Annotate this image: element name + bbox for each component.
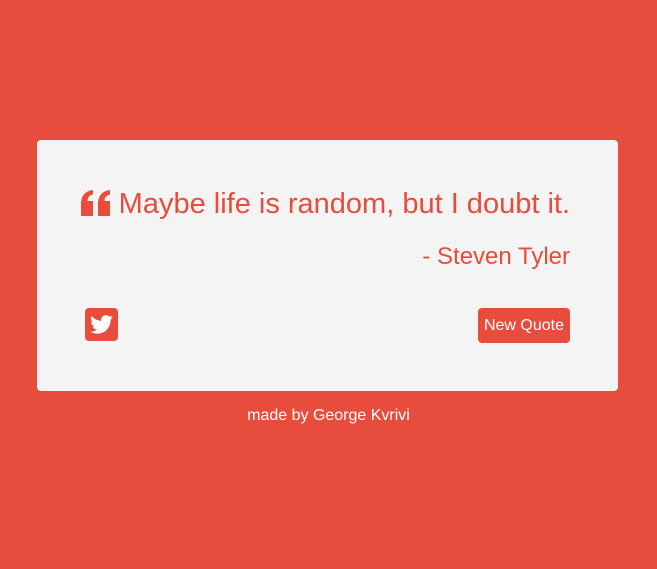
quote-text: Maybe life is random, but I doubt it. xyxy=(118,188,570,220)
new-quote-button[interactable]: New Quote xyxy=(477,308,570,343)
quote-left-icon xyxy=(80,190,110,216)
footer-credit: made by George Kvrivi xyxy=(247,407,410,424)
tweet-button[interactable] xyxy=(85,308,118,341)
quote-card: Maybe life is random, but I doubt it. - … xyxy=(37,140,618,391)
quote-author: - Steven Tyler xyxy=(422,243,570,270)
quote-row: Maybe life is random, but I doubt it. xyxy=(80,184,570,224)
twitter-icon xyxy=(90,315,113,334)
